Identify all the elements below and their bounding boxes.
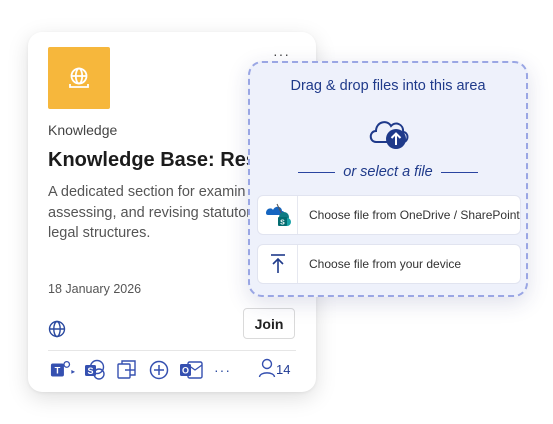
upload-arrow-icon [258, 245, 298, 283]
cloud-upload-icon [367, 112, 411, 157]
device-option-label: Choose file from your device [309, 257, 462, 271]
svg-text:T: T [55, 366, 61, 376]
globe-icon [69, 67, 89, 88]
sharepoint-icon[interactable]: S [82, 358, 108, 382]
svg-text:S: S [87, 366, 93, 376]
card-more-icon[interactable]: ··· [273, 46, 290, 62]
app-row: T S O ··· [50, 358, 231, 382]
more-apps-button[interactable]: ··· [214, 362, 231, 378]
svg-text:S: S [280, 220, 285, 227]
people-count: 14 [276, 362, 291, 377]
drop-zone-title: Drag & drop files into this area [290, 78, 486, 94]
svg-text:O: O [182, 366, 189, 376]
card-title[interactable]: Knowledge Base: Reso [48, 149, 269, 172]
onedrive-sharepoint-icon: S [258, 196, 298, 234]
card-date: 18 January 2026 [48, 282, 142, 296]
teams-icon[interactable]: T [50, 358, 76, 382]
loop-icon[interactable] [146, 358, 172, 382]
file-drop-zone[interactable]: Drag & drop files into this area or sele… [248, 61, 528, 297]
people-icon [258, 358, 276, 378]
members-count[interactable]: 14 [258, 358, 290, 378]
join-button[interactable]: Join [243, 308, 295, 339]
card-category: Knowledge [48, 122, 118, 138]
choose-onedrive-sharepoint-button[interactable]: S Choose file from OneDrive / SharePoint [257, 195, 521, 235]
or-select-label: or select a file [343, 164, 433, 180]
public-globe-icon [48, 320, 66, 343]
or-divider: or select a file [298, 164, 478, 180]
card-tile [48, 47, 110, 109]
card-divider [48, 350, 296, 351]
files-icon[interactable] [114, 358, 140, 382]
onedrive-option-label: Choose file from OneDrive / SharePoint [309, 208, 520, 222]
choose-device-file-button[interactable]: Choose file from your device [257, 244, 521, 284]
outlook-icon[interactable]: O [178, 358, 204, 382]
